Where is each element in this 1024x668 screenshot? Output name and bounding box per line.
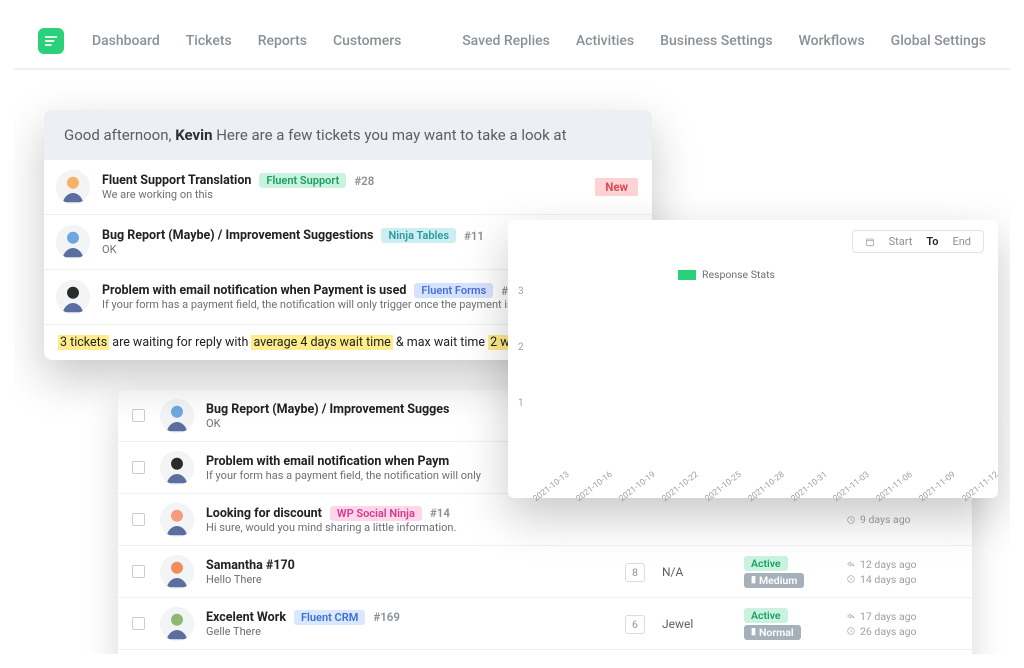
app-logo[interactable] xyxy=(38,28,64,54)
chart-plot-area: 321 xyxy=(530,286,984,454)
ticket-title: Problem with email notification when Pay… xyxy=(102,283,406,298)
table-row[interactable]: Samantha #170 Hello There 8 N/A Active ▮M… xyxy=(118,546,972,598)
row-checkbox[interactable] xyxy=(128,617,148,630)
ticket-id: #14 xyxy=(430,506,450,520)
chart-x-axis: 2021-10-132021-10-162021-10-192021-10-22… xyxy=(530,482,984,492)
status-badge: Active xyxy=(744,556,788,571)
summary-avg: average 4 days wait time xyxy=(251,335,392,350)
ticket-excerpt: Gelle There xyxy=(206,625,608,638)
product-tag: Ninja Tables xyxy=(381,228,456,243)
table-row[interactable]: Excelent WorkFluent CRM#169 Gelle There … xyxy=(118,598,972,650)
ticket-cell: Excelent Work Fluent CRM #169 Gelle There xyxy=(206,610,608,638)
nav-customers[interactable]: Customers xyxy=(333,33,401,49)
reply-icon xyxy=(846,559,856,569)
assignee: N/A xyxy=(662,565,732,579)
ticket-excerpt: Hi sure, would you mind sharing a little… xyxy=(206,521,608,534)
chart-card: Start To End Response Stats 321 2021-10-… xyxy=(508,220,998,498)
greeting-ticket-row[interactable]: Fluent Support Translation Fluent Support… xyxy=(44,160,652,214)
date-to: To xyxy=(926,235,938,248)
avatar xyxy=(56,225,90,259)
status-col: Active ▮Medium xyxy=(744,556,834,588)
product-tag: WP Social Ninja xyxy=(330,506,422,521)
avatar xyxy=(160,555,194,589)
summary-count: 3 tickets xyxy=(58,335,109,350)
row-checkbox[interactable] xyxy=(128,513,148,526)
avatar xyxy=(160,607,194,641)
nav-dashboard[interactable]: Dashboard xyxy=(92,33,160,49)
time-col: 9 days ago xyxy=(846,513,956,526)
ticket-cell: Samantha #170 Hello There xyxy=(206,558,608,586)
row-checkbox[interactable] xyxy=(128,565,148,578)
nav-secondary: Saved Replies Activities Business Settin… xyxy=(462,33,986,49)
product-tag: Fluent CRM xyxy=(294,610,365,625)
product-tag: Fluent Forms xyxy=(414,283,493,298)
ticket-excerpt: Hello There xyxy=(206,573,608,586)
greeting-name: Kevin xyxy=(175,126,212,144)
flag-icon: ▮ xyxy=(751,575,756,585)
row-checkbox[interactable] xyxy=(128,409,148,422)
ticket-id: #169 xyxy=(373,610,400,624)
nav-business-settings[interactable]: Business Settings xyxy=(660,33,772,49)
ticket-title: Problem with email notification when Pay… xyxy=(206,454,449,469)
reply-count: 8 xyxy=(620,561,650,582)
greeting-header: Good afternoon, Kevin Here are a few tic… xyxy=(44,110,652,160)
status-badge: Active xyxy=(744,608,788,623)
nav-saved-replies[interactable]: Saved Replies xyxy=(462,33,550,49)
nav-activities[interactable]: Activities xyxy=(576,33,634,49)
avatar xyxy=(160,451,194,485)
table-row[interactable]: Feature Request RelatedFluentForms#170 H… xyxy=(118,650,972,654)
avatar xyxy=(160,503,194,537)
clock-icon xyxy=(846,515,856,525)
avatar xyxy=(160,399,194,433)
ticket-title: Excelent Work xyxy=(206,610,286,625)
legend-label: Response Stats xyxy=(702,268,775,281)
greeting-prefix: Good afternoon, xyxy=(64,126,175,144)
nav-primary: Dashboard Tickets Reports Customers xyxy=(92,33,401,49)
priority-badge: ▮Normal xyxy=(744,625,801,640)
new-badge: New xyxy=(595,178,638,196)
x-tick: 2021-11-12 xyxy=(961,470,1001,504)
date-end: End xyxy=(952,235,971,248)
ticket-id: #11 xyxy=(464,229,484,243)
chart-bars xyxy=(536,286,984,454)
ticket-title: Looking for discount xyxy=(206,506,322,521)
ticket-title: Fluent Support Translation xyxy=(102,173,251,188)
table-row[interactable]: Looking for discount WP Social Ninja #14 H… xyxy=(118,494,972,546)
legend-swatch xyxy=(678,270,696,280)
chart-y-axis: 321 xyxy=(518,286,524,454)
app-frame: Dashboard Tickets Reports Customers Save… xyxy=(14,14,1010,654)
nav-global-settings[interactable]: Global Settings xyxy=(891,33,986,49)
reply-count: 6 xyxy=(620,613,650,634)
ticket-title: Bug Report (Maybe) / Improvement Sugges xyxy=(206,402,449,417)
product-tag: Fluent Support xyxy=(259,173,346,188)
nav-workflows[interactable]: Workflows xyxy=(799,33,865,49)
row-checkbox[interactable] xyxy=(128,461,148,474)
chart-legend: Response Stats xyxy=(678,268,775,281)
time-col: 12 days ago 14 days ago xyxy=(846,558,956,586)
ticket-title: Samantha #170 xyxy=(206,558,295,573)
avatar xyxy=(56,280,90,314)
priority-badge: ▮Medium xyxy=(744,573,804,588)
flag-icon: ▮ xyxy=(751,627,756,637)
ticket-summary: Fluent Support Translation Fluent Support… xyxy=(102,173,583,201)
date-range-picker[interactable]: Start To End xyxy=(852,230,984,253)
status-col: Active ▮Normal xyxy=(744,608,834,640)
nav-tickets[interactable]: Tickets xyxy=(186,33,232,49)
clock-icon xyxy=(846,626,856,636)
clock-icon xyxy=(846,574,856,584)
reply-icon xyxy=(846,611,856,621)
avatar xyxy=(56,170,90,204)
date-start: Start xyxy=(889,235,913,248)
ticket-cell: Looking for discount WP Social Ninja #14 H… xyxy=(206,506,608,534)
nav-reports[interactable]: Reports xyxy=(258,33,307,49)
time-col: 17 days ago 26 days ago xyxy=(846,610,956,638)
greeting-suffix: Here are a few tickets you may want to t… xyxy=(213,126,567,144)
assignee: Jewel xyxy=(662,617,732,631)
ticket-title: Bug Report (Maybe) / Improvement Suggest… xyxy=(102,228,373,243)
ticket-excerpt: We are working on this xyxy=(102,188,583,201)
calendar-icon xyxy=(865,237,875,247)
top-nav: Dashboard Tickets Reports Customers Save… xyxy=(14,14,1010,70)
ticket-id: #28 xyxy=(354,174,374,188)
